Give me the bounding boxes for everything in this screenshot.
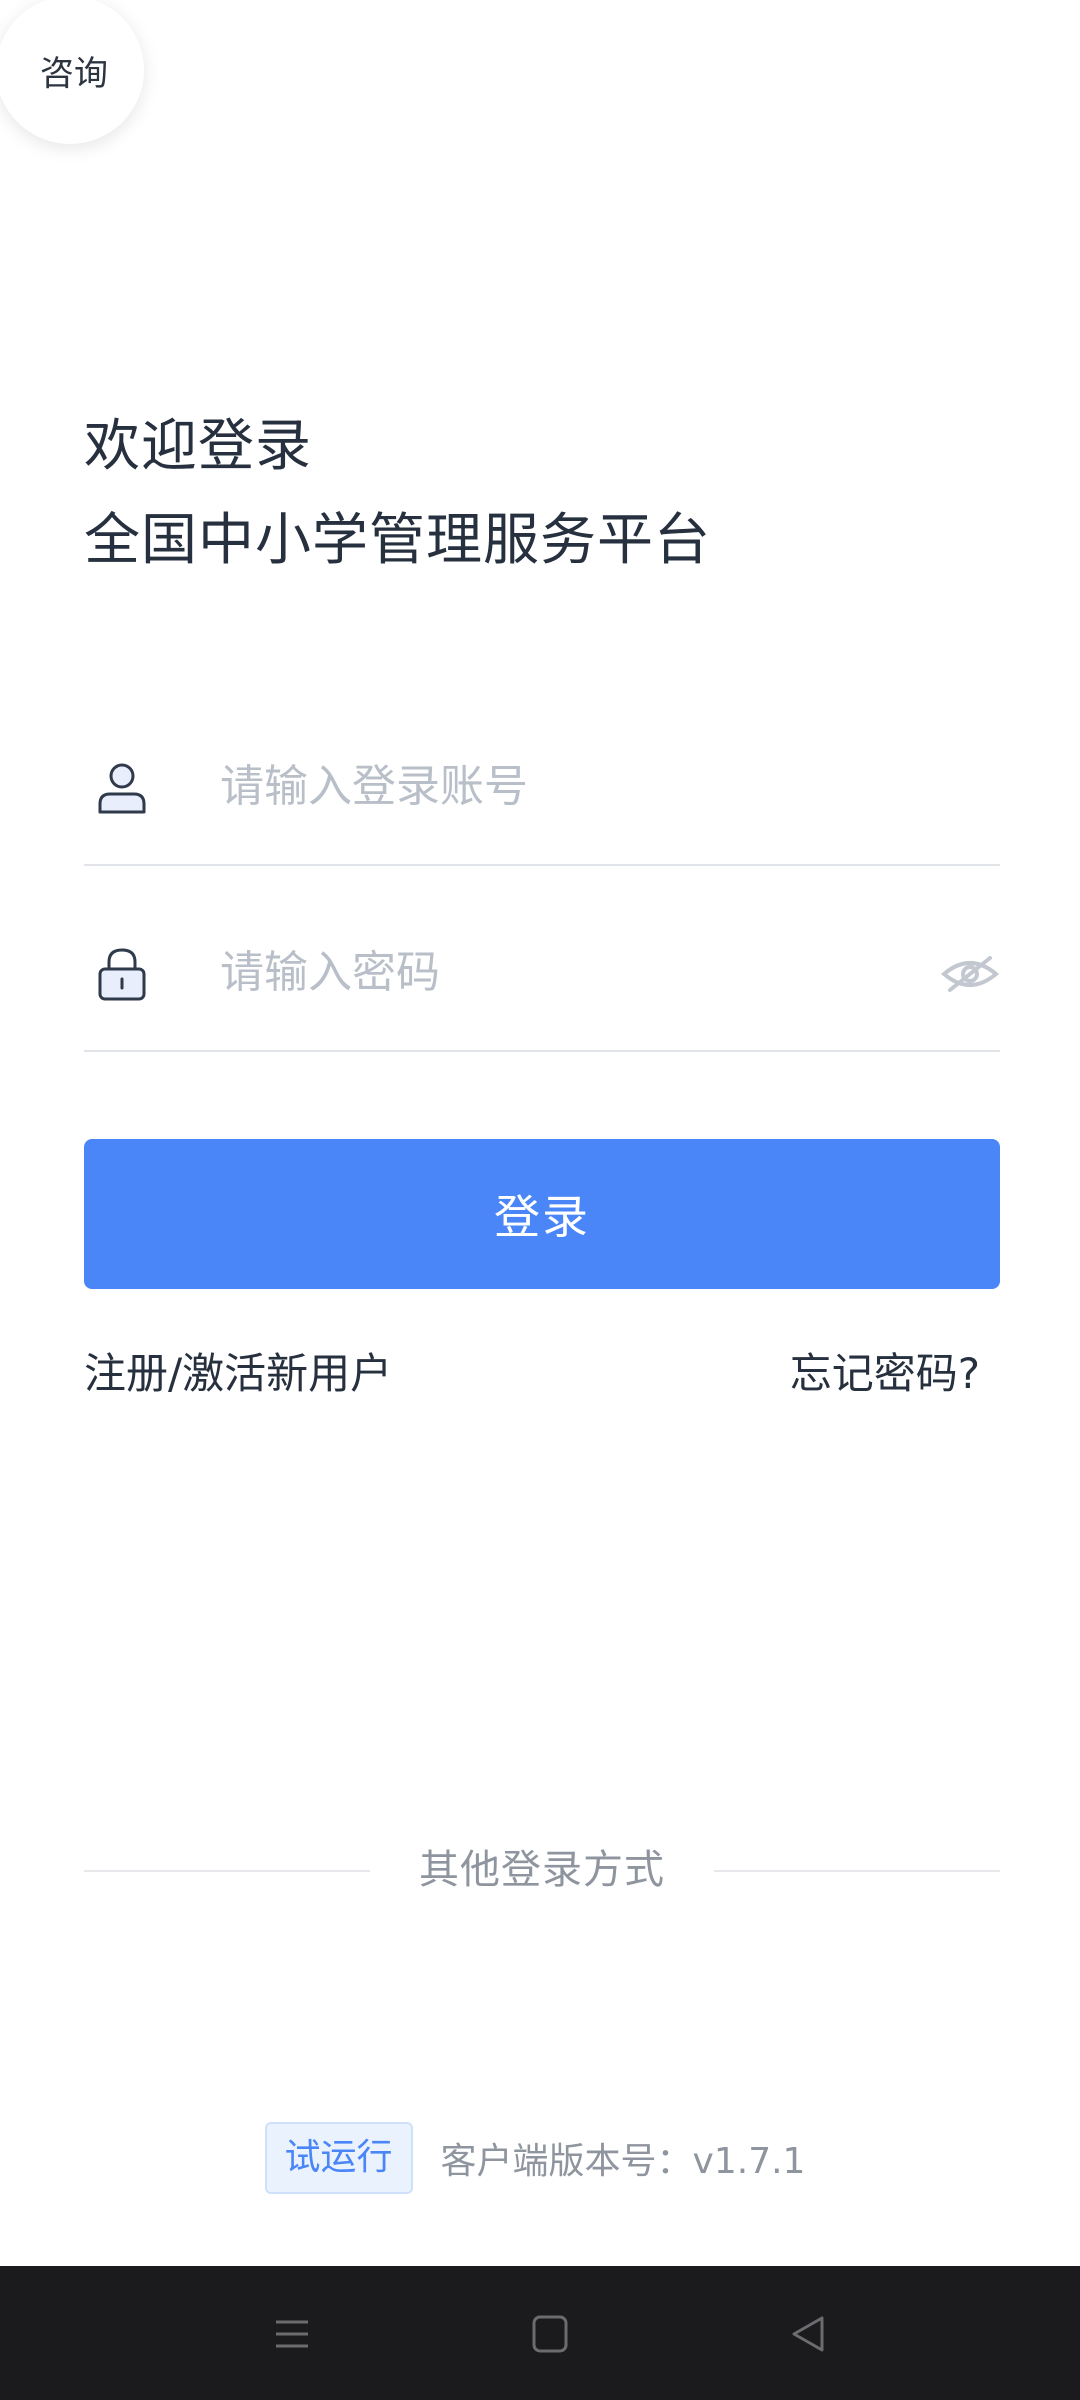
forgot-password-link[interactable]: 忘记密码? [790,1340,980,1401]
welcome-line-2: 全国中小学管理服务平台 [84,508,711,573]
other-login-divider: 其他登录方式 [84,1840,1000,1900]
system-nav-bar [0,2266,1080,2400]
login-page: 咨询 欢迎登录 全国中小学管理服务平台 请输入登录账号 登录 注册/激活新用户 … [0,0,1080,2400]
account-input[interactable] [220,748,900,824]
divider-line-right [714,1870,1000,1872]
eye-hidden-icon[interactable] [940,952,1000,996]
welcome-heading: 欢迎登录 全国中小学管理服务平台 [84,400,711,588]
home-square-icon[interactable] [520,2306,580,2362]
back-triangle-icon[interactable] [778,2306,838,2362]
password-input[interactable] [220,934,900,1010]
footer: 试运行 客户端版本号：v1.7.1 [0,2122,1080,2194]
consult-button[interactable]: 咨询 [0,0,144,144]
account-field [84,682,1000,866]
menu-icon[interactable] [262,2306,322,2362]
lock-icon [96,946,148,1002]
trial-badge: 试运行 [264,2122,413,2194]
welcome-line-1: 欢迎登录 [84,414,312,479]
password-field [84,868,1000,1052]
version-text: 客户端版本号：v1.7.1 [440,2141,806,2182]
register-link[interactable]: 注册/激活新用户 [84,1340,392,1401]
consult-label: 咨询 [40,53,108,94]
login-button[interactable]: 登录 [84,1139,1000,1289]
user-icon [96,760,148,816]
